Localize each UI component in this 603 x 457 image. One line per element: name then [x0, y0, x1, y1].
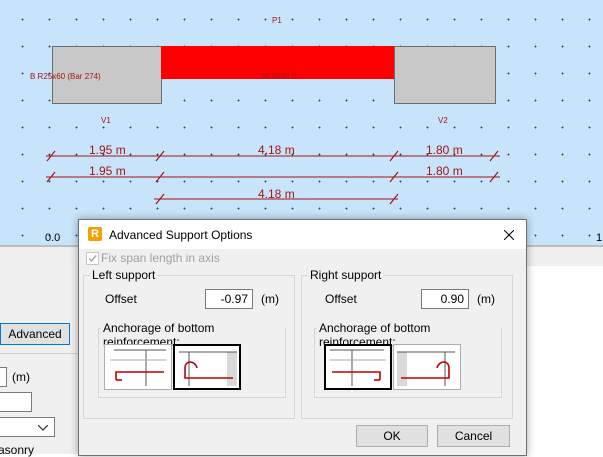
- panel-dropdown[interactable]: [0, 417, 55, 437]
- dialog-title: Advanced Support Options: [109, 228, 253, 242]
- dim-row3-mid: 4.18 m: [258, 187, 295, 201]
- anchorage-straight-icon: [110, 349, 166, 386]
- panel-partial-text: asonry: [0, 443, 35, 457]
- advanced-button[interactable]: Advanced: [0, 323, 70, 345]
- right-support-title: Right support: [308, 268, 384, 282]
- axis-label-left: 0.0: [45, 232, 61, 244]
- checkmark-icon: [88, 255, 97, 263]
- app-icon: R: [88, 227, 102, 241]
- right-anchorage-group: Anchorage of bottom reinforcement:: [314, 321, 502, 398]
- properties-panel: Advanced (m) asonry: [0, 265, 79, 457]
- right-offset-field[interactable]: 0.90: [421, 289, 469, 309]
- dim-row2-left: 1.95 m: [89, 164, 126, 178]
- panel-divider: [0, 353, 78, 354]
- cancel-button[interactable]: Cancel: [437, 425, 510, 447]
- left-offset-unit: (m): [261, 292, 279, 306]
- anchorage-straight-icon: [330, 349, 386, 386]
- drawing-canvas[interactable]: P1 B R25x60 (Bar 274) 35.0x60.0 V1 V2 1.…: [0, 0, 603, 245]
- dim-row1-right: 1.80 m: [426, 143, 463, 157]
- dim-row2-right: 1.80 m: [426, 164, 463, 178]
- left-support-title: Left support: [90, 268, 158, 282]
- fix-span-label: Fix span length in axis: [101, 251, 220, 265]
- panel-text-field[interactable]: [0, 392, 32, 412]
- fix-span-checkbox[interactable]: [86, 252, 99, 265]
- dimension-lines: [46, 150, 500, 205]
- panel-unit-label: (m): [12, 370, 30, 384]
- anchorage-hook-icon: [397, 351, 455, 386]
- dim-row1-left: 1.95 m: [89, 143, 126, 157]
- left-anchorage-group: Anchorage of bottom reinforcement:: [98, 321, 286, 398]
- right-offset-unit: (m): [477, 292, 495, 306]
- close-button[interactable]: [492, 220, 526, 249]
- right-support-group: Right support Offset 0.90 (m) Anchorage …: [301, 268, 513, 419]
- left-offset-label: Offset: [105, 292, 137, 306]
- dim-row1-mid: 4.18 m: [258, 143, 295, 157]
- close-icon: [504, 230, 514, 240]
- left-anchorage-option-straight[interactable]: [104, 344, 172, 390]
- ok-button[interactable]: OK: [356, 425, 428, 447]
- left-offset-field[interactable]: -0.97: [205, 289, 253, 309]
- axis-label-right: 1: [596, 232, 603, 244]
- right-anchorage-option-hook[interactable]: [393, 344, 461, 390]
- dialog-titlebar[interactable]: R Advanced Support Options: [79, 220, 526, 249]
- panel-value-field[interactable]: [0, 367, 7, 387]
- advanced-support-dialog: R Advanced Support Options Fix span leng…: [78, 219, 527, 456]
- left-support-group: Left support Offset -0.97 (m) Anchorage …: [83, 268, 295, 419]
- right-offset-label: Offset: [325, 292, 357, 306]
- right-anchorage-option-straight[interactable]: [324, 344, 392, 390]
- left-anchorage-option-hook[interactable]: [173, 344, 241, 390]
- chevron-down-icon: [38, 425, 48, 431]
- anchorage-hook-icon: [179, 351, 237, 386]
